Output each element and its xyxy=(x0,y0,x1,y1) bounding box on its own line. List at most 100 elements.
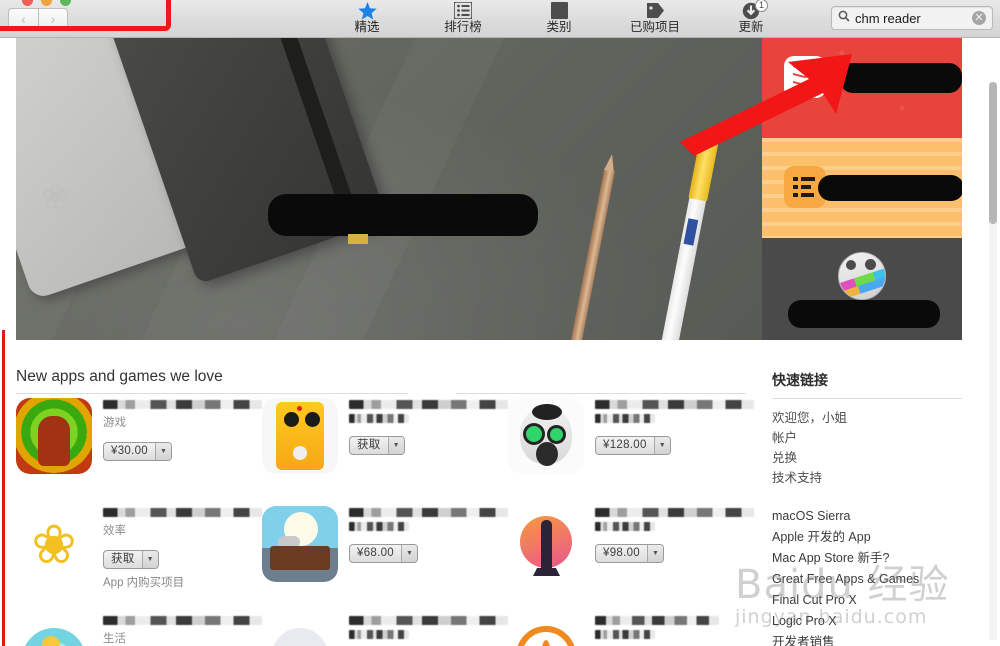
updates-badge: 1 xyxy=(755,0,768,12)
app-title-redacted xyxy=(103,400,262,409)
scrollbar-thumb[interactable] xyxy=(989,82,997,224)
redaction-mark-card-1 xyxy=(840,63,962,93)
app-cell[interactable]: 游戏 ¥30.00 ▼ xyxy=(16,398,262,506)
section-divider-right xyxy=(456,393,746,394)
rail-link-new-to-mas[interactable]: Mac App Store 新手? xyxy=(772,548,972,569)
promo-card-list[interactable] xyxy=(762,38,962,340)
hero-banner-image[interactable]: ❀ xyxy=(16,38,762,340)
chevron-down-icon[interactable]: ▼ xyxy=(141,551,158,568)
app-title-redacted xyxy=(595,616,720,625)
app-icon-guitar-pedal[interactable] xyxy=(262,398,338,474)
app-icon-butterfly[interactable]: ❀ xyxy=(16,506,92,582)
main-navigation[interactable]: 精选 排行榜 类别 已购项目 1 更新 xyxy=(335,0,783,38)
app-title-redacted xyxy=(595,508,754,517)
tab-top-charts-label: 排行榜 xyxy=(444,20,482,34)
app-icon-circle[interactable] xyxy=(16,614,92,646)
app-title-redacted-2 xyxy=(349,630,410,639)
chevron-down-icon[interactable]: ▼ xyxy=(400,545,417,562)
app-row: ❀ 效率 获取 ▼ App 内购买项目 ¥68.00 ▼ ¥98.00 ▼ xyxy=(16,506,756,614)
promo-card-list-app[interactable] xyxy=(762,138,962,238)
account-links[interactable]: 欢迎您，小姐 帐户 兑换 技术支持 xyxy=(772,408,972,488)
rail-link-redeem[interactable]: 兑换 xyxy=(772,448,972,468)
tab-updates[interactable]: 1 更新 xyxy=(719,0,783,38)
app-title-redacted xyxy=(595,400,754,409)
feature-links[interactable]: macOS Sierra Apple 开发的 App Mac App Store… xyxy=(772,506,972,646)
rail-link-support[interactable]: 技术支持 xyxy=(772,468,972,488)
search-container[interactable]: chm reader ✕ xyxy=(831,6,993,30)
rail-link-developer-sales[interactable]: 开发者销售 xyxy=(772,632,972,646)
redaction-mark-card-3 xyxy=(788,300,940,328)
featured-hero[interactable]: ❀ xyxy=(16,38,962,340)
grid-icon xyxy=(550,1,568,20)
chevron-down-icon[interactable]: ▼ xyxy=(653,437,670,454)
price-button[interactable]: ¥30.00 ▼ xyxy=(103,442,172,461)
rail-link-free-apps-games[interactable]: Great Free Apps & Games xyxy=(772,569,972,590)
list-icon xyxy=(454,1,472,20)
price-button[interactable]: ¥98.00 ▼ xyxy=(595,544,664,563)
rail-link-macos-sierra[interactable]: macOS Sierra xyxy=(772,506,972,527)
forward-button[interactable]: › xyxy=(38,8,68,30)
history-navigation[interactable]: ‹ › xyxy=(8,8,68,30)
price-button[interactable]: 获取 ▼ xyxy=(103,550,159,569)
chevron-down-icon[interactable]: ▼ xyxy=(387,437,404,454)
vertical-scrollbar[interactable] xyxy=(989,82,997,640)
promo-card-todoist[interactable] xyxy=(762,38,962,138)
app-icon-lemur[interactable] xyxy=(508,398,584,474)
app-title-redacted xyxy=(349,616,508,625)
minimize-icon[interactable] xyxy=(41,0,52,6)
app-icon-samurai[interactable] xyxy=(508,506,584,582)
app-icon-panda[interactable] xyxy=(262,614,338,646)
app-cell[interactable]: vn To... xyxy=(508,614,754,646)
app-title-redacted-2 xyxy=(349,522,410,531)
price-label: ¥98.00 xyxy=(603,547,640,559)
window-toolbar: ‹ › 精选 排行榜 类别 已购项目 1 更新 chm reader ✕ xyxy=(0,0,1000,38)
back-button[interactable]: ‹ xyxy=(8,8,38,30)
search-input[interactable]: chm reader ✕ xyxy=(831,6,993,30)
butterfly-logo-icon: ❀ xyxy=(41,178,70,217)
price-label: ¥128.00 xyxy=(603,439,647,451)
chevron-down-icon[interactable]: ▼ xyxy=(646,545,663,562)
tab-categories[interactable]: 类别 xyxy=(527,0,591,38)
app-icon-compass[interactable] xyxy=(508,614,584,646)
rail-link-final-cut-pro[interactable]: Final Cut Pro X xyxy=(772,590,972,611)
promo-card-imovie[interactable] xyxy=(762,238,962,340)
redaction-mark-card-2 xyxy=(818,175,962,201)
tab-top-charts[interactable]: 排行榜 xyxy=(431,0,495,38)
tab-purchased[interactable]: 已购项目 xyxy=(623,0,687,38)
app-cell[interactable]: ¥98.00 ▼ xyxy=(508,506,754,614)
app-icon-train[interactable] xyxy=(262,506,338,582)
traffic-lights[interactable] xyxy=(22,0,71,6)
app-cell[interactable]: ¥68.00 ▼ xyxy=(262,506,508,614)
app-title-redacted-2 xyxy=(595,414,656,423)
price-label: ¥68.00 xyxy=(357,547,394,559)
price-button[interactable]: ¥68.00 ▼ xyxy=(349,544,418,563)
close-icon[interactable] xyxy=(22,0,33,6)
app-cell[interactable]: 生活 xyxy=(16,614,262,646)
rail-link-welcome[interactable]: 欢迎您，小姐 xyxy=(772,408,972,428)
zoom-icon[interactable] xyxy=(60,0,71,6)
app-cell[interactable]: ❀ 效率 获取 ▼ App 内购买项目 xyxy=(16,506,262,614)
app-title-redacted-2 xyxy=(595,522,656,531)
price-button[interactable]: 获取 ▼ xyxy=(349,436,405,455)
rail-link-account[interactable]: 帐户 xyxy=(772,428,972,448)
rail-divider xyxy=(772,398,962,399)
section-divider-left xyxy=(16,393,408,394)
tab-featured[interactable]: 精选 xyxy=(335,0,399,38)
search-input-value: chm reader xyxy=(855,10,921,26)
app-cell[interactable] xyxy=(262,614,508,646)
app-title-redacted-2 xyxy=(595,630,656,639)
price-label: ¥30.00 xyxy=(111,445,148,457)
app-cell[interactable]: ¥128.00 ▼ xyxy=(508,398,754,506)
tab-featured-label: 精选 xyxy=(354,20,380,34)
quick-links-rail: 快速链接 欢迎您，小姐 帐户 兑换 技术支持 macOS Sierra Appl… xyxy=(772,370,972,646)
app-cell[interactable]: 获取 ▼ xyxy=(262,398,508,506)
clear-icon[interactable]: ✕ xyxy=(972,11,986,25)
chevron-down-icon[interactable]: ▼ xyxy=(154,443,171,460)
rail-link-apple-apps[interactable]: Apple 开发的 App xyxy=(772,527,972,548)
redaction-mark-hero xyxy=(268,194,538,244)
rail-link-logic-pro[interactable]: Logic Pro X xyxy=(772,611,972,632)
price-button[interactable]: ¥128.00 ▼ xyxy=(595,436,671,455)
app-title-redacted xyxy=(103,616,262,625)
store-content: ❀ New apps and games we love 游戏 ¥30.00 ▼… xyxy=(0,38,1000,646)
app-icon-soldier[interactable] xyxy=(16,398,92,474)
